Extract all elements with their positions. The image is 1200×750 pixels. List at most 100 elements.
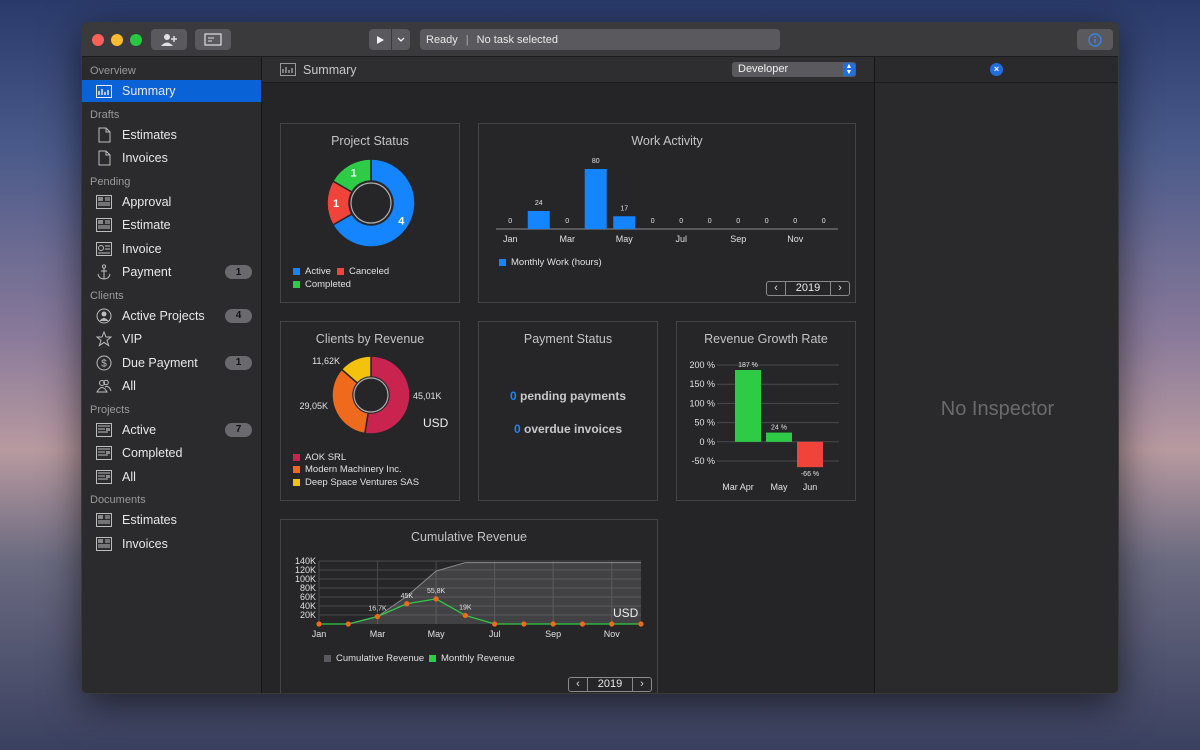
sidebar-item-label: Active xyxy=(122,422,157,437)
close-inspector-button[interactable]: × xyxy=(990,63,1003,76)
revenue-growth-panel: Revenue Growth Rate 200 % 150 % 100 % 50 % 0… xyxy=(676,321,856,501)
sidebar-item-label: Due Payment xyxy=(122,355,198,370)
bar-value-label: 0 xyxy=(708,218,712,225)
sidebar-item-label: Estimates xyxy=(122,513,177,527)
legend-swatch xyxy=(293,268,300,275)
x-tick-label: Mar xyxy=(370,629,386,639)
clients-revenue-panel: Clients by Revenue 45,01K 29,05K 11,62K US… xyxy=(280,321,460,501)
titlebar: Ready | No task selected xyxy=(82,23,1118,57)
sidebar-item-label: Invoices xyxy=(122,151,168,165)
sidebar-section-drafts: Drafts xyxy=(90,108,120,121)
sidebar-section-overview: Overview xyxy=(90,65,136,77)
revenue-growth-chart: 200 % 150 % 100 % 50 % 0 % -50 % 187 % Mar Apr 2… xyxy=(689,360,839,492)
monthly-point-sep xyxy=(550,621,556,627)
x-tick-label: Mar xyxy=(560,234,576,244)
inspector-pane: × No Inspector xyxy=(874,57,1118,693)
sidebar-item-clients-due-payment[interactable]: $ Due Payment 1 xyxy=(82,352,261,374)
donut-center xyxy=(353,377,389,413)
sidebar-item-documents-invoices[interactable]: Invoices xyxy=(82,533,261,555)
sidebar-item-clients-vip[interactable]: VIP xyxy=(82,328,261,350)
dollar-icon: $ xyxy=(96,355,112,371)
legend-item-modern-machinery-inc: Modern Machinery Inc. xyxy=(293,464,402,475)
x-tick-label: Mar Apr xyxy=(722,482,754,492)
clients-revenue-chart: 45,01K 29,05K 11,62K xyxy=(299,355,442,435)
close-icon: × xyxy=(993,64,1000,74)
prev-year-button[interactable]: ‹ xyxy=(569,678,587,691)
monthly-point-jul xyxy=(492,621,498,627)
app-window: Ready | No task selected Overview Summary… xyxy=(81,22,1119,694)
next-year-button[interactable]: › xyxy=(831,282,849,295)
role-select[interactable]: Developer ▲ ▼ xyxy=(732,62,856,77)
slice-value-label: 29,05K xyxy=(299,401,328,411)
y-tick-label: 150 % xyxy=(689,379,715,389)
x-tick-label: Jan xyxy=(503,234,518,244)
sidebar-item-clients-active-projects[interactable]: Active Projects 4 xyxy=(82,305,261,327)
sidebar-item-projects-active[interactable]: Active 7 xyxy=(82,419,261,441)
anchor-icon xyxy=(96,264,112,280)
work-activity-chart: 0 24 0 80 17 0 0 0 0 0 0 0 Jan Mar May Jul Sep Nov xyxy=(496,158,838,244)
sidebar-item-pending-payment[interactable]: Payment 1 xyxy=(82,261,261,283)
legend-label: Cumulative Revenue xyxy=(336,653,425,664)
work-activity-panel: Work Activity 0 24 0 80 17 0 0 0 0 0 0 0 Jan Mar May Ju… xyxy=(478,123,856,303)
play-menu-button[interactable] xyxy=(392,29,410,50)
cumulative-revenue-chart: 140K120K100K80K60K40K20K16,7K45K55,8K19K… xyxy=(295,556,644,639)
bar-value-label: 0 xyxy=(765,218,769,225)
sidebar-item-documents-estimates[interactable]: Estimates xyxy=(82,509,261,531)
sidebar-item-overview-summary[interactable]: Summary xyxy=(82,80,261,102)
sidebar: Overview Summary Drafts Estimates Invoices Pe… xyxy=(82,57,262,693)
sidebar-item-drafts-invoices[interactable]: Invoices xyxy=(82,147,261,169)
legend-item-aok-srl: AOK SRL xyxy=(293,452,346,463)
legend-label: Canceled xyxy=(349,266,390,277)
invoice-icon xyxy=(96,241,112,257)
legend-item-monthly-work-hours: Monthly Work (hours) xyxy=(499,257,602,268)
project-status-panel: Project Status 411 Active Canceled Complet… xyxy=(280,123,460,303)
monthly-point-oct xyxy=(579,621,586,627)
zoom-window-button[interactable] xyxy=(130,34,142,46)
sidebar-item-pending-invoice[interactable]: Invoice xyxy=(82,238,261,260)
point-value-label: 55,8K xyxy=(427,588,446,595)
pending-payments-line[interactable]: 0 pending payments xyxy=(479,389,657,403)
sidebar-item-pending-approval[interactable]: Approval xyxy=(82,191,261,213)
sidebar-item-pending-estimate[interactable]: Estimate xyxy=(82,214,261,236)
minimize-window-button[interactable] xyxy=(111,34,123,46)
sidebar-item-drafts-estimates[interactable]: Estimates xyxy=(82,124,261,146)
next-year-button[interactable]: › xyxy=(633,678,651,691)
toggle-view-button[interactable] xyxy=(195,29,231,50)
donut-center xyxy=(350,182,392,224)
overdue-count: 0 xyxy=(513,422,521,436)
sidebar-section-pending: Pending xyxy=(90,175,131,188)
prev-year-button[interactable]: ‹ xyxy=(767,282,785,295)
legend-swatch xyxy=(293,466,300,473)
sidebar-item-label: Invoice xyxy=(122,241,162,256)
slice-value-label: 1 xyxy=(333,198,339,210)
monthly-point-aug xyxy=(521,621,527,627)
point-value-label: 19K xyxy=(459,604,472,611)
close-window-button[interactable] xyxy=(92,34,104,46)
cumulative-year: 2019 xyxy=(587,678,633,691)
monthly-point-jun xyxy=(462,612,468,619)
role-select-value: Developer xyxy=(738,63,789,75)
sidebar-item-label: Summary xyxy=(122,84,176,98)
people-icon xyxy=(96,378,112,394)
updown-arrows-icon: ▲ ▼ xyxy=(843,63,855,76)
bar-value-label: 0 xyxy=(679,218,683,225)
monthly-point-mar xyxy=(374,613,381,620)
legend-label: Completed xyxy=(305,279,351,290)
bar-value-label: 0 xyxy=(736,218,740,225)
info-button[interactable] xyxy=(1077,29,1113,50)
sidebar-item-projects-completed[interactable]: Completed xyxy=(82,442,261,464)
sidebar-item-projects-all[interactable]: All xyxy=(82,466,261,488)
monthly-point-feb xyxy=(345,621,351,627)
monthly-point-apr xyxy=(404,601,410,607)
inspector-header: × xyxy=(875,57,1118,83)
play-button[interactable] xyxy=(369,29,391,50)
point-value-label: 45K xyxy=(401,593,414,600)
project-icon xyxy=(96,422,112,438)
legend-swatch xyxy=(293,454,300,461)
sidebar-item-clients-all[interactable]: All xyxy=(82,375,261,397)
slice-value-label: 1 xyxy=(350,168,356,180)
bar-value-label: 187 % xyxy=(738,362,758,369)
monthly-point-may xyxy=(433,596,439,602)
overdue-invoices-line[interactable]: 0 overdue invoices xyxy=(479,422,657,436)
add-contact-button[interactable] xyxy=(151,29,187,50)
